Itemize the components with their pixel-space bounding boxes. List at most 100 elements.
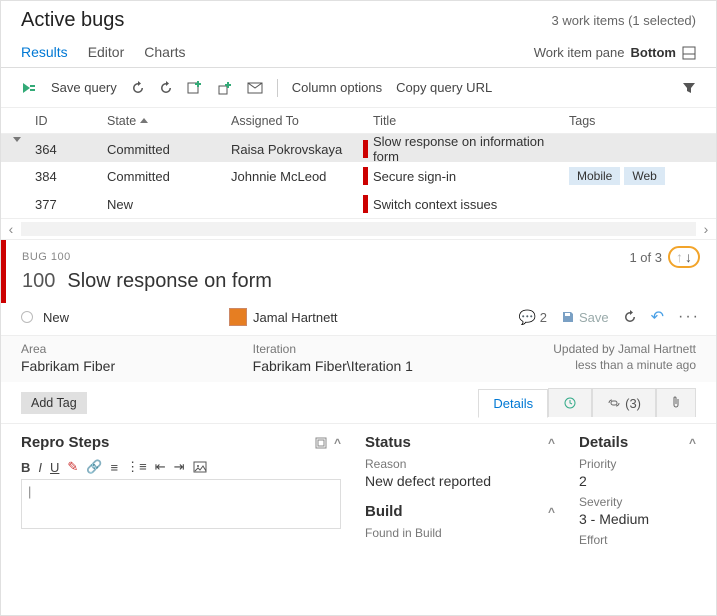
table-row[interactable]: 384CommittedJohnnie McLeod Secure sign-in… bbox=[1, 162, 716, 190]
bug-label: BUG 100 bbox=[22, 251, 71, 263]
iteration-label: Iteration bbox=[253, 342, 465, 356]
pane-value[interactable]: Bottom bbox=[631, 45, 677, 60]
col-state[interactable]: State bbox=[107, 114, 231, 128]
undo-icon[interactable]: ↶ bbox=[651, 307, 664, 327]
column-options-button[interactable]: Column options bbox=[292, 80, 382, 95]
avatar bbox=[229, 308, 247, 326]
type-bar bbox=[363, 140, 368, 158]
col-assigned[interactable]: Assigned To bbox=[231, 114, 363, 128]
status-heading: Status bbox=[365, 434, 411, 451]
assignee-name[interactable]: Jamal Hartnett bbox=[253, 310, 338, 325]
reason-label: Reason bbox=[365, 457, 555, 471]
iteration-value[interactable]: Fabrikam Fiber\Iteration 1 bbox=[253, 358, 465, 374]
nav-next[interactable]: ↓ bbox=[685, 250, 692, 264]
priority-label: Priority bbox=[579, 457, 696, 471]
italic-button[interactable]: I bbox=[38, 460, 42, 475]
cell-assigned: Raisa Pokrovskaya bbox=[231, 142, 363, 157]
col-title[interactable]: Title bbox=[373, 114, 569, 128]
cell-title: Switch context issues bbox=[373, 197, 569, 212]
area-label: Area bbox=[21, 342, 233, 356]
collapse-status-icon[interactable]: ^ bbox=[548, 436, 555, 450]
tab-charts[interactable]: Charts bbox=[144, 38, 197, 68]
col-id[interactable]: ID bbox=[35, 114, 107, 128]
page-title: Active bugs bbox=[21, 9, 124, 32]
save-query-button[interactable]: Save query bbox=[51, 80, 117, 95]
rte-toolbar: B I U ✎ 🔗 ≡ ⋮≡ ⇤ ⇥ bbox=[21, 459, 341, 475]
save-button[interactable]: Save bbox=[561, 310, 609, 325]
cell-title: Slow response on information form bbox=[373, 134, 569, 164]
refresh-icon[interactable] bbox=[131, 81, 145, 95]
add-item-icon[interactable] bbox=[217, 81, 233, 95]
details-heading: Details bbox=[579, 434, 628, 451]
add-tag-button[interactable]: Add Tag bbox=[21, 392, 87, 414]
link-button[interactable]: 🔗 bbox=[86, 459, 102, 475]
comments-button[interactable]: 💬 2 bbox=[519, 309, 547, 326]
bug-id: 100 bbox=[22, 270, 55, 293]
bullet-list-button[interactable]: ≡ bbox=[111, 460, 119, 475]
run-query-icon[interactable] bbox=[21, 81, 37, 95]
area-value[interactable]: Fabrikam Fiber bbox=[21, 358, 233, 374]
cell-id: 384 bbox=[35, 169, 107, 184]
nav-prev[interactable]: ↑ bbox=[676, 250, 683, 264]
state-value[interactable]: New bbox=[43, 310, 69, 325]
nav-counter: 1 of 3 bbox=[629, 250, 662, 265]
cell-title: Secure sign-in bbox=[373, 169, 569, 184]
build-heading: Build bbox=[365, 503, 403, 520]
cell-state: Committed bbox=[107, 142, 231, 157]
cell-id: 377 bbox=[35, 197, 107, 212]
item-count: 3 work items (1 selected) bbox=[552, 13, 697, 28]
collapse-details-icon[interactable]: ^ bbox=[689, 436, 696, 450]
updated-when: less than a minute ago bbox=[484, 358, 696, 372]
tab-details[interactable]: Details bbox=[478, 389, 548, 418]
image-button[interactable] bbox=[193, 460, 207, 474]
updated-by: Updated by Jamal Hartnett bbox=[553, 342, 696, 356]
cell-id: 364 bbox=[35, 142, 107, 157]
separator bbox=[277, 79, 278, 97]
copy-url-button[interactable]: Copy query URL bbox=[396, 80, 492, 95]
collapse-icon[interactable]: ^ bbox=[334, 436, 341, 450]
collapse-build-icon[interactable]: ^ bbox=[548, 505, 555, 519]
table-row[interactable]: 377New Switch context issues bbox=[1, 190, 716, 218]
tab-results[interactable]: Results bbox=[21, 38, 80, 68]
cell-state: Committed bbox=[107, 169, 231, 184]
redo-icon[interactable] bbox=[159, 81, 173, 95]
state-dot bbox=[21, 311, 33, 323]
refresh-detail-icon[interactable] bbox=[623, 310, 637, 324]
indent-button[interactable]: ⇥ bbox=[174, 459, 185, 475]
tab-links[interactable]: (3) bbox=[592, 388, 656, 417]
fullscreen-icon[interactable] bbox=[314, 436, 328, 450]
reason-value[interactable]: New defect reported bbox=[365, 473, 555, 489]
tab-history[interactable] bbox=[548, 388, 592, 417]
bold-button[interactable]: B bbox=[21, 460, 30, 475]
nav-arrows: ↑ ↓ bbox=[668, 246, 700, 268]
cell-assigned: Johnnie McLeod bbox=[231, 169, 363, 184]
effort-label: Effort bbox=[579, 533, 696, 547]
scroll-right[interactable]: › bbox=[696, 221, 716, 237]
type-bar bbox=[363, 195, 368, 213]
tab-editor[interactable]: Editor bbox=[88, 38, 137, 68]
email-icon[interactable] bbox=[247, 82, 263, 94]
row-caret bbox=[13, 142, 35, 157]
more-actions-icon[interactable]: ··· bbox=[678, 308, 700, 326]
outdent-button[interactable]: ⇤ bbox=[155, 459, 166, 475]
bug-title[interactable]: Slow response on form bbox=[67, 270, 272, 293]
cell-tags: MobileWeb bbox=[569, 167, 716, 185]
scroll-track[interactable] bbox=[21, 222, 696, 236]
pane-layout-icon[interactable] bbox=[682, 46, 696, 60]
tab-attachments[interactable] bbox=[656, 388, 696, 417]
filter-icon[interactable] bbox=[682, 81, 696, 95]
severity-value[interactable]: 3 - Medium bbox=[579, 511, 696, 527]
table-row[interactable]: 364CommittedRaisa Pokrovskaya Slow respon… bbox=[1, 134, 716, 162]
number-list-button[interactable]: ⋮≡ bbox=[126, 459, 147, 475]
scroll-left[interactable]: ‹ bbox=[1, 221, 21, 237]
type-bar bbox=[363, 167, 368, 185]
cell-state: New bbox=[107, 197, 231, 212]
strike-button[interactable]: ✎ bbox=[67, 459, 78, 475]
new-item-icon[interactable] bbox=[187, 81, 203, 95]
underline-button[interactable]: U bbox=[50, 460, 59, 475]
priority-value[interactable]: 2 bbox=[579, 473, 696, 489]
repro-editor[interactable]: | bbox=[21, 479, 341, 529]
found-build-label: Found in Build bbox=[365, 526, 555, 540]
pane-label: Work item pane bbox=[534, 45, 625, 60]
col-tags[interactable]: Tags bbox=[569, 114, 716, 128]
